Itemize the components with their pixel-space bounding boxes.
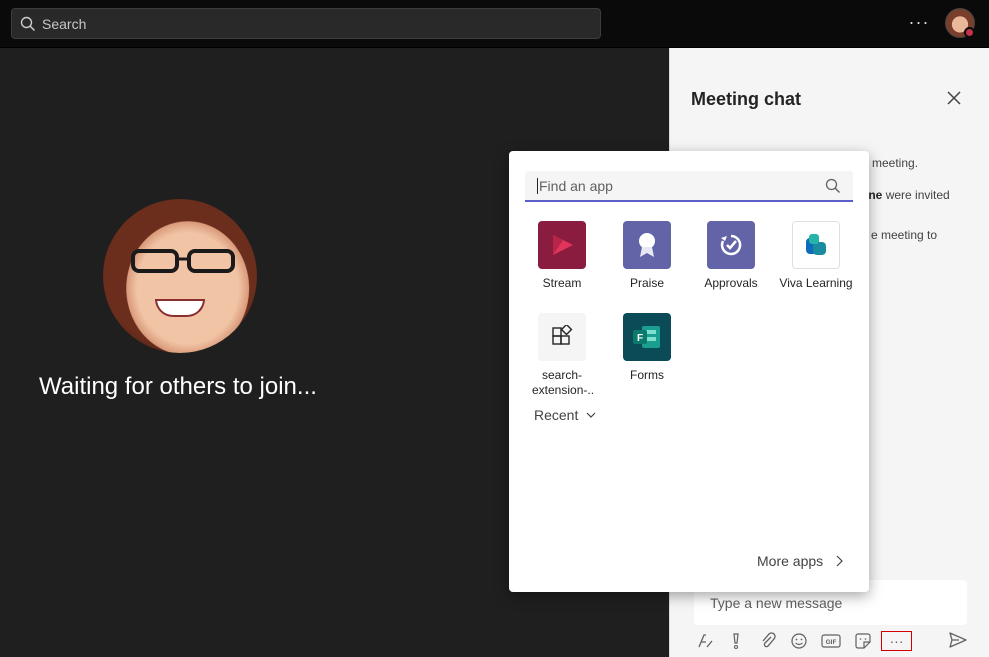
more-options-button[interactable]: ··· [906, 12, 932, 36]
status-dot [964, 27, 975, 38]
gif-icon[interactable]: GIF [820, 630, 842, 652]
approvals-icon [707, 221, 755, 269]
emoji-icon[interactable] [788, 630, 810, 652]
forms-icon: F [623, 313, 671, 361]
chat-message-line: e meeting to [871, 228, 938, 242]
compose-placeholder: Type a new message [710, 595, 843, 611]
important-icon[interactable] [725, 630, 747, 652]
more-apps-label: More apps [757, 553, 824, 569]
svg-text:GIF: GIF [826, 639, 837, 646]
app-search-extension[interactable]: search-extension-.. [519, 313, 605, 398]
praise-icon [623, 221, 671, 269]
recent-label: Recent [534, 407, 579, 423]
app-stream[interactable]: Stream [519, 221, 605, 291]
find-app-input[interactable]: Find an app [525, 171, 853, 202]
chat-message-line: meeting. [872, 156, 919, 170]
app-label: search-extension-.. [532, 368, 595, 397]
glasses-graphic [131, 249, 235, 273]
chat-title: Meeting chat [691, 89, 802, 109]
find-app-placeholder: Find an app [537, 178, 613, 194]
svg-text:F: F [637, 333, 643, 344]
send-icon[interactable] [948, 630, 968, 650]
compose-toolbar: GIF ··· [694, 628, 974, 654]
search-placeholder: Search [42, 15, 87, 32]
search-box[interactable]: Search [11, 8, 601, 39]
participant-avatar [103, 199, 257, 353]
app-label: Forms [630, 368, 664, 382]
app-approvals[interactable]: Approvals [688, 221, 774, 291]
chat-message-text: were invited [885, 188, 950, 202]
waiting-message: Waiting for others to join... [39, 373, 317, 400]
search-icon [825, 178, 840, 193]
app-label: Approvals [704, 276, 758, 290]
attach-icon[interactable] [757, 630, 779, 652]
viva-learning-icon [792, 221, 840, 269]
app-viva-learning[interactable]: Viva Learning [773, 221, 859, 291]
chevron-down-icon [586, 412, 596, 418]
format-icon[interactable] [694, 630, 716, 652]
app-label: Stream [542, 276, 582, 290]
app-picker-popup: Find an app Stream Praise Approvals Viva… [509, 151, 869, 592]
app-forms[interactable]: F Forms [604, 313, 690, 383]
puzzle-icon [538, 313, 586, 361]
close-icon[interactable] [944, 88, 964, 108]
app-label: Viva Learning [779, 276, 853, 290]
smile-graphic [155, 299, 205, 317]
more-apps-link[interactable]: More apps [757, 553, 844, 569]
stream-icon [538, 221, 586, 269]
app-praise[interactable]: Praise [604, 221, 690, 291]
recent-toggle[interactable]: Recent [534, 407, 596, 423]
messaging-extensions-button[interactable]: ··· [881, 631, 912, 651]
chevron-right-icon [836, 555, 844, 567]
sticker-icon[interactable] [852, 630, 874, 652]
top-bar: Search ··· [0, 0, 989, 48]
search-icon [20, 16, 36, 31]
app-label: Praise [629, 276, 664, 290]
